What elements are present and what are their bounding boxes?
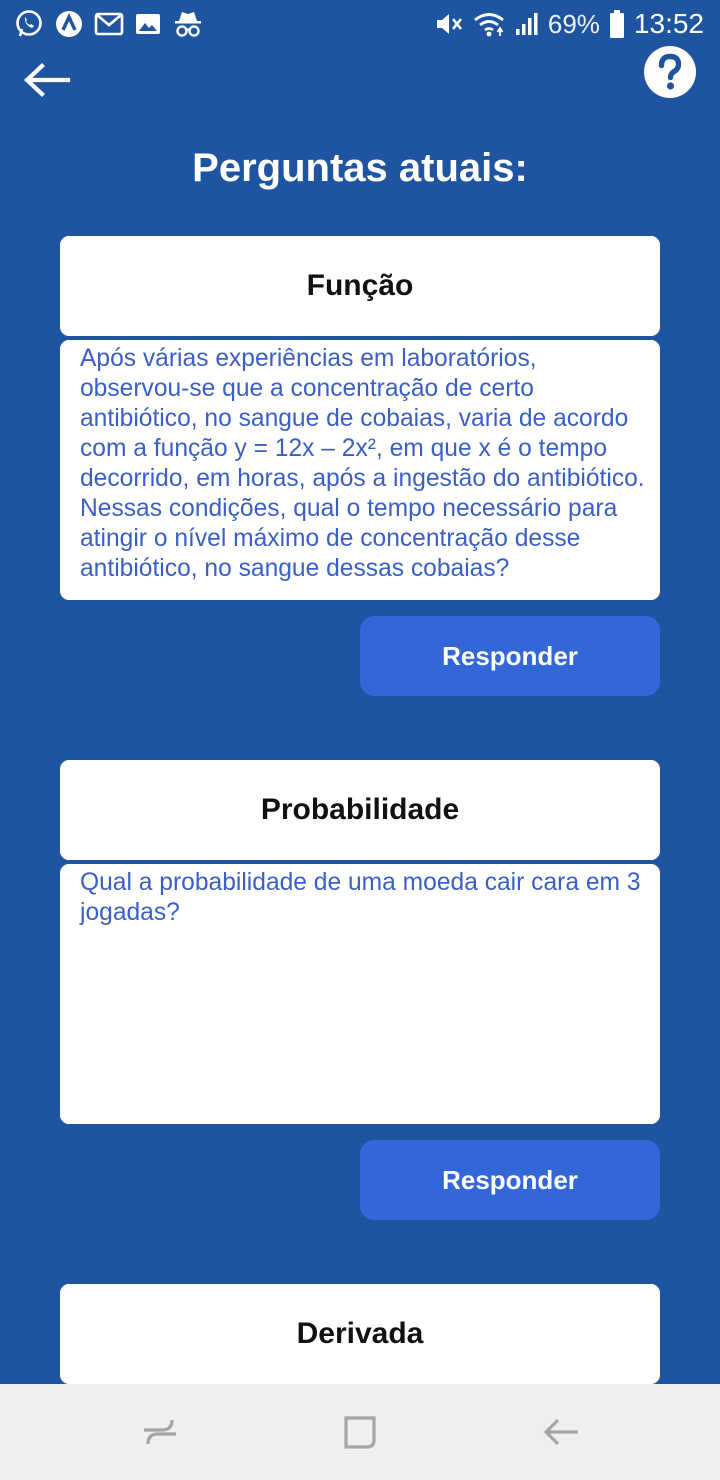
clock: 13:52 xyxy=(633,8,704,39)
question-topic-card: Probabilidade xyxy=(60,760,660,860)
gmail-icon xyxy=(94,12,124,36)
question-topic-card: Função xyxy=(60,236,660,336)
mute-vibrate-icon xyxy=(436,14,462,34)
help-circle-icon xyxy=(644,46,696,98)
system-status: 69% 13:52 xyxy=(434,8,704,40)
home-button[interactable] xyxy=(338,1412,382,1452)
notification-icons xyxy=(14,9,204,39)
incognito-icon xyxy=(175,12,201,37)
navigation-bar xyxy=(0,1384,720,1480)
home-square-icon xyxy=(344,1416,376,1449)
signal-icon xyxy=(515,13,538,35)
system-back-button[interactable] xyxy=(540,1412,584,1452)
app-a-icon xyxy=(56,11,82,37)
wifi-icon xyxy=(474,13,504,37)
whatsapp-icon xyxy=(16,10,42,37)
battery-icon xyxy=(609,10,624,38)
arrow-left-icon xyxy=(23,63,71,97)
status-bar: 69% 13:52 xyxy=(0,0,720,48)
recent-apps-button[interactable] xyxy=(138,1412,182,1452)
back-button[interactable] xyxy=(22,60,72,100)
battery-percent: 69% xyxy=(547,8,600,39)
question-text-card: Qual a probabilidade de uma moeda cair c… xyxy=(60,864,660,1124)
help-button[interactable] xyxy=(644,46,696,98)
back-arrow-icon xyxy=(543,1418,578,1446)
question-topic-card: Derivada xyxy=(60,1284,660,1384)
gallery-icon xyxy=(136,14,160,34)
recent-apps-icon xyxy=(144,1419,176,1445)
page-title: Perguntas atuais: xyxy=(192,146,528,190)
answer-button[interactable]: Responder xyxy=(360,1140,660,1220)
answer-button[interactable]: Responder xyxy=(360,616,660,696)
question-text-card: Após várias experiências em laboratórios… xyxy=(60,340,660,600)
